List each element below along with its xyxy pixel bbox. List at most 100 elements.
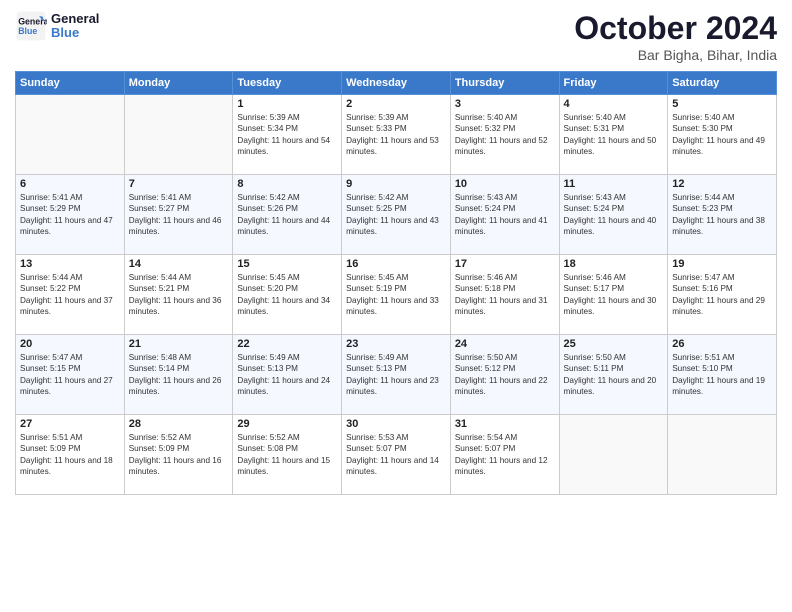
calendar-cell: 26 Sunrise: 5:51 AM Sunset: 5:10 PM Dayli…: [668, 335, 777, 415]
logo: General Blue General Blue: [15, 10, 99, 42]
calendar-cell: 30 Sunrise: 5:53 AM Sunset: 5:07 PM Dayli…: [342, 415, 451, 495]
day-info: Sunrise: 5:45 AM Sunset: 5:19 PM Dayligh…: [346, 272, 446, 318]
day-number: 25: [564, 338, 664, 350]
day-info: Sunrise: 5:44 AM Sunset: 5:22 PM Dayligh…: [20, 272, 120, 318]
day-number: 11: [564, 178, 664, 190]
day-info: Sunrise: 5:51 AM Sunset: 5:10 PM Dayligh…: [672, 352, 772, 398]
month-title: October 2024: [574, 10, 777, 47]
weekday-header-tuesday: Tuesday: [233, 72, 342, 95]
calendar-cell: 20 Sunrise: 5:47 AM Sunset: 5:15 PM Dayli…: [16, 335, 125, 415]
day-number: 19: [672, 258, 772, 270]
day-number: 18: [564, 258, 664, 270]
day-number: 28: [129, 418, 229, 430]
day-info: Sunrise: 5:50 AM Sunset: 5:11 PM Dayligh…: [564, 352, 664, 398]
logo-icon: General Blue: [15, 10, 47, 42]
calendar-cell: 19 Sunrise: 5:47 AM Sunset: 5:16 PM Dayli…: [668, 255, 777, 335]
day-info: Sunrise: 5:49 AM Sunset: 5:13 PM Dayligh…: [237, 352, 337, 398]
day-number: 26: [672, 338, 772, 350]
day-info: Sunrise: 5:47 AM Sunset: 5:16 PM Dayligh…: [672, 272, 772, 318]
day-number: 8: [237, 178, 337, 190]
calendar-cell: [124, 95, 233, 175]
svg-text:Blue: Blue: [18, 26, 37, 36]
weekday-header-thursday: Thursday: [450, 72, 559, 95]
weekday-header-row: SundayMondayTuesdayWednesdayThursdayFrid…: [16, 72, 777, 95]
day-number: 10: [455, 178, 555, 190]
calendar-cell: 22Sunrise: 5:49 AM Sunset: 5:13 PM Dayli…: [233, 335, 342, 415]
calendar-cell: 12 Sunrise: 5:44 AM Sunset: 5:23 PM Dayli…: [668, 175, 777, 255]
day-number: 6: [20, 178, 120, 190]
day-info: Sunrise: 5:40 AM Sunset: 5:30 PM Dayligh…: [672, 112, 772, 158]
day-number: 24: [455, 338, 555, 350]
calendar-cell: 6 Sunrise: 5:41 AM Sunset: 5:29 PM Daylig…: [16, 175, 125, 255]
calendar-cell: 15Sunrise: 5:45 AM Sunset: 5:20 PM Dayli…: [233, 255, 342, 335]
day-number: 20: [20, 338, 120, 350]
day-info: Sunrise: 5:42 AM Sunset: 5:25 PM Dayligh…: [346, 192, 446, 238]
day-number: 14: [129, 258, 229, 270]
day-number: 27: [20, 418, 120, 430]
day-number: 16: [346, 258, 446, 270]
day-info: Sunrise: 5:50 AM Sunset: 5:12 PM Dayligh…: [455, 352, 555, 398]
weekday-header-monday: Monday: [124, 72, 233, 95]
day-info: Sunrise: 5:41 AM Sunset: 5:29 PM Dayligh…: [20, 192, 120, 238]
day-info: Sunrise: 5:44 AM Sunset: 5:21 PM Dayligh…: [129, 272, 229, 318]
calendar-cell: 27Sunrise: 5:51 AM Sunset: 5:09 PM Dayli…: [16, 415, 125, 495]
day-number: 4: [564, 98, 664, 110]
calendar-cell: 9 Sunrise: 5:42 AM Sunset: 5:25 PM Daylig…: [342, 175, 451, 255]
logo-text-line2: Blue: [51, 26, 99, 40]
calendar-cell: 25 Sunrise: 5:50 AM Sunset: 5:11 PM Dayli…: [559, 335, 668, 415]
day-info: Sunrise: 5:52 AM Sunset: 5:09 PM Dayligh…: [129, 432, 229, 478]
weekday-header-friday: Friday: [559, 72, 668, 95]
day-info: Sunrise: 5:46 AM Sunset: 5:18 PM Dayligh…: [455, 272, 555, 318]
day-number: 21: [129, 338, 229, 350]
weekday-header-saturday: Saturday: [668, 72, 777, 95]
calendar-cell: 28 Sunrise: 5:52 AM Sunset: 5:09 PM Dayli…: [124, 415, 233, 495]
calendar-cell: 24 Sunrise: 5:50 AM Sunset: 5:12 PM Dayli…: [450, 335, 559, 415]
calendar-cell: 7 Sunrise: 5:41 AM Sunset: 5:27 PM Daylig…: [124, 175, 233, 255]
header: General Blue General Blue October 2024 B…: [15, 10, 777, 63]
logo-text-line1: General: [51, 12, 99, 26]
page: General Blue General Blue October 2024 B…: [0, 0, 792, 612]
day-info: Sunrise: 5:43 AM Sunset: 5:24 PM Dayligh…: [564, 192, 664, 238]
calendar-cell: 31Sunrise: 5:54 AM Sunset: 5:07 PM Dayli…: [450, 415, 559, 495]
day-number: 7: [129, 178, 229, 190]
day-info: Sunrise: 5:41 AM Sunset: 5:27 PM Dayligh…: [129, 192, 229, 238]
calendar-cell: 8 Sunrise: 5:42 AM Sunset: 5:26 PM Daylig…: [233, 175, 342, 255]
day-number: 9: [346, 178, 446, 190]
calendar-cell: 1 Sunrise: 5:39 AM Sunset: 5:34 PM Daylig…: [233, 95, 342, 175]
day-number: 17: [455, 258, 555, 270]
day-number: 31: [455, 418, 555, 430]
weekday-header-wednesday: Wednesday: [342, 72, 451, 95]
calendar-cell: 29 Sunrise: 5:52 AM Sunset: 5:08 PM Dayli…: [233, 415, 342, 495]
calendar-cell: 16 Sunrise: 5:45 AM Sunset: 5:19 PM Dayli…: [342, 255, 451, 335]
day-number: 1: [237, 98, 337, 110]
day-info: Sunrise: 5:49 AM Sunset: 5:13 PM Dayligh…: [346, 352, 446, 398]
title-block: October 2024 Bar Bigha, Bihar, India: [574, 10, 777, 63]
day-info: Sunrise: 5:42 AM Sunset: 5:26 PM Dayligh…: [237, 192, 337, 238]
day-number: 23: [346, 338, 446, 350]
day-info: Sunrise: 5:39 AM Sunset: 5:34 PM Dayligh…: [237, 112, 337, 158]
day-info: Sunrise: 5:53 AM Sunset: 5:07 PM Dayligh…: [346, 432, 446, 478]
calendar-cell: 2Sunrise: 5:39 AM Sunset: 5:33 PM Daylig…: [342, 95, 451, 175]
calendar-cell: 3Sunrise: 5:40 AM Sunset: 5:32 PM Daylig…: [450, 95, 559, 175]
calendar-cell: 14 Sunrise: 5:44 AM Sunset: 5:21 PM Dayli…: [124, 255, 233, 335]
day-info: Sunrise: 5:52 AM Sunset: 5:08 PM Dayligh…: [237, 432, 337, 478]
calendar-cell: 18 Sunrise: 5:46 AM Sunset: 5:17 PM Dayli…: [559, 255, 668, 335]
day-number: 13: [20, 258, 120, 270]
day-info: Sunrise: 5:39 AM Sunset: 5:33 PM Dayligh…: [346, 112, 446, 158]
calendar-week-1: 1 Sunrise: 5:39 AM Sunset: 5:34 PM Daylig…: [16, 95, 777, 175]
calendar-cell: 4Sunrise: 5:40 AM Sunset: 5:31 PM Daylig…: [559, 95, 668, 175]
day-info: Sunrise: 5:48 AM Sunset: 5:14 PM Dayligh…: [129, 352, 229, 398]
calendar-week-4: 20 Sunrise: 5:47 AM Sunset: 5:15 PM Dayli…: [16, 335, 777, 415]
day-number: 29: [237, 418, 337, 430]
day-info: Sunrise: 5:47 AM Sunset: 5:15 PM Dayligh…: [20, 352, 120, 398]
location-subtitle: Bar Bigha, Bihar, India: [574, 47, 777, 63]
calendar-cell: 13 Sunrise: 5:44 AM Sunset: 5:22 PM Dayli…: [16, 255, 125, 335]
calendar-week-2: 6 Sunrise: 5:41 AM Sunset: 5:29 PM Daylig…: [16, 175, 777, 255]
calendar: SundayMondayTuesdayWednesdayThursdayFrid…: [15, 71, 777, 495]
day-info: Sunrise: 5:44 AM Sunset: 5:23 PM Dayligh…: [672, 192, 772, 238]
day-info: Sunrise: 5:46 AM Sunset: 5:17 PM Dayligh…: [564, 272, 664, 318]
day-number: 12: [672, 178, 772, 190]
day-number: 5: [672, 98, 772, 110]
day-info: Sunrise: 5:43 AM Sunset: 5:24 PM Dayligh…: [455, 192, 555, 238]
day-number: 30: [346, 418, 446, 430]
